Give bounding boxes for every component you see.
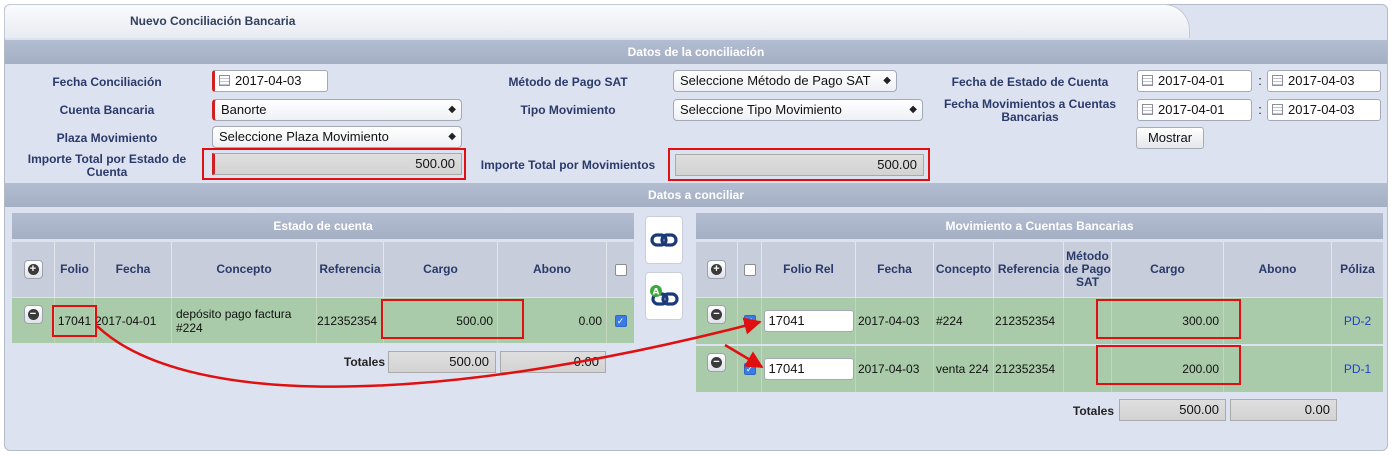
annotation-arrow-to-row2 bbox=[724, 343, 764, 369]
annotation-arrow-to-row1 bbox=[96, 317, 762, 388]
annotation-arrows bbox=[96, 317, 764, 388]
